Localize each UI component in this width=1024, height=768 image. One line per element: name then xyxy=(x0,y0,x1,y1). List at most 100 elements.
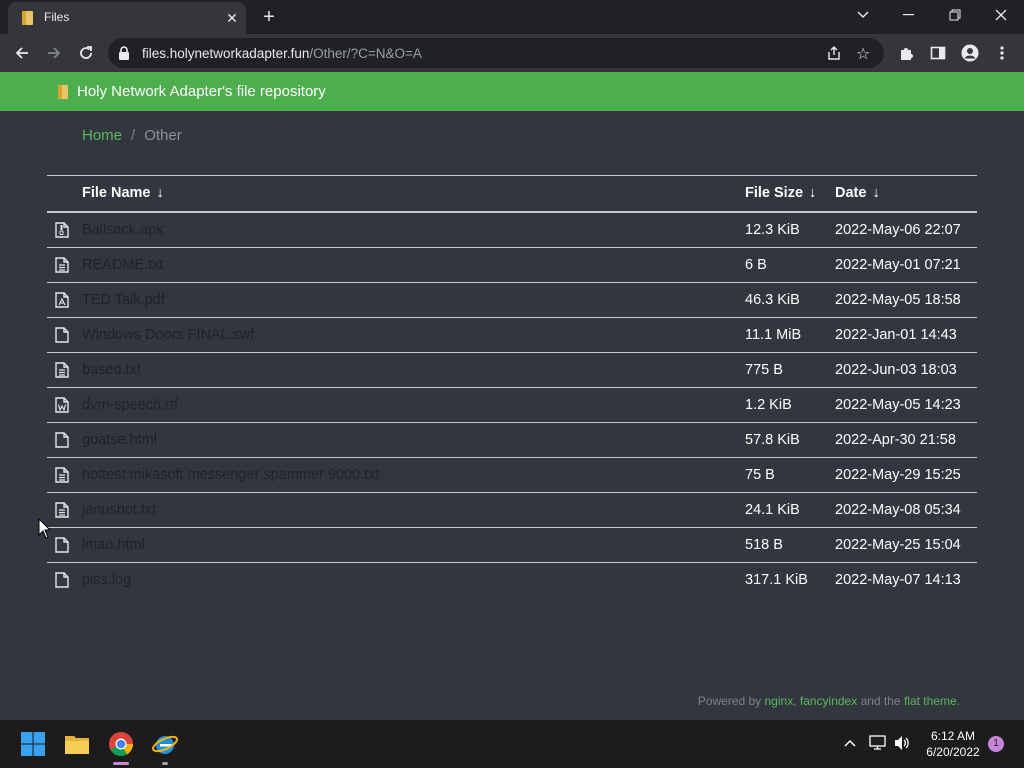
text-file-icon xyxy=(55,467,69,483)
browser-tab-files[interactable]: Files ✕ xyxy=(8,2,246,34)
file-date: 2022-Apr-30 21:58 xyxy=(835,432,956,448)
file-date: 2022-May-08 05:34 xyxy=(835,502,961,518)
file-size: 518 B xyxy=(745,537,783,553)
sort-by-size-link[interactable]: File Size ↓ xyxy=(745,185,816,201)
file-icon xyxy=(55,572,69,588)
table-body: Ballsack.apk 12.3 KiB 2022-May-06 22:07 REA… xyxy=(47,213,977,597)
file-listing-table: File Name ↓ File Size ↓ Date ↓ Ballsack.apk… xyxy=(47,175,977,597)
profile-avatar-icon[interactable] xyxy=(959,42,981,64)
tab-strip: Files ✕ + xyxy=(0,0,1024,34)
file-name-link[interactable]: piss.log xyxy=(82,572,131,588)
footer-suffix: . xyxy=(956,694,960,708)
nginx-link[interactable]: nginx xyxy=(765,694,794,708)
file-name-link[interactable]: based.txt xyxy=(82,362,141,378)
footer-comma: , xyxy=(793,694,800,708)
share-icon[interactable] xyxy=(826,45,842,61)
table-row: Windows Doors FINAL.swf 11.1 MiB 2022-Jan-… xyxy=(47,318,977,353)
footer-prefix: Powered by xyxy=(697,694,765,708)
file-date: 2022-May-25 15:04 xyxy=(835,537,961,553)
file-size: 12.3 KiB xyxy=(745,222,800,238)
file-name-link[interactable]: janusbot.txt xyxy=(82,502,156,518)
file-size: 6 B xyxy=(745,257,767,273)
site-title[interactable]: Holy Network Adapter's file repository xyxy=(77,83,326,100)
menu-kebab-icon[interactable] xyxy=(991,42,1013,64)
url-path: /Other/?C=N&O=A xyxy=(309,46,422,61)
file-name-link[interactable]: goatse.html xyxy=(82,432,157,448)
file-date: 2022-May-29 15:25 xyxy=(835,467,961,483)
new-tab-button[interactable]: + xyxy=(258,6,280,28)
file-size: 75 B xyxy=(745,467,775,483)
close-window-icon[interactable] xyxy=(978,0,1024,30)
file-name-link[interactable]: Windows Doors FINAL.swf xyxy=(82,327,254,343)
sort-arrow-icon: ↓ xyxy=(872,185,880,201)
bookmark-star-icon[interactable]: ☆ xyxy=(856,44,870,64)
table-row: goatse.html 57.8 KiB 2022-Apr-30 21:58 xyxy=(47,423,977,458)
file-explorer-icon[interactable] xyxy=(63,730,91,758)
taskbar: 6:12 AM 6/20/2022 xyxy=(0,720,1024,768)
windows-start-icon[interactable] xyxy=(19,730,47,758)
file-date: 2022-Jan-01 14:43 xyxy=(835,327,957,343)
chevron-up-icon[interactable] xyxy=(843,735,857,751)
column-header-name: File Name xyxy=(82,185,151,201)
clock-date: 6/20/2022 xyxy=(926,745,980,759)
ie-running-indicator xyxy=(162,762,168,765)
text-file-icon xyxy=(55,502,69,518)
volume-icon[interactable] xyxy=(893,735,911,751)
file-date: 2022-Jun-03 18:03 xyxy=(835,362,957,378)
forward-icon[interactable] xyxy=(42,41,66,65)
file-name-link[interactable]: hottest mikasoft messenger spammer 9000.… xyxy=(82,467,379,483)
breadcrumb: Home / Other xyxy=(82,127,182,144)
file-date: 2022-May-07 14:13 xyxy=(835,572,961,588)
tab-close-icon[interactable]: ✕ xyxy=(224,10,240,26)
text-file-icon xyxy=(55,257,69,273)
table-row: janusbot.txt 24.1 KiB 2022-May-08 05:34 xyxy=(47,493,977,528)
lock-icon[interactable] xyxy=(118,46,130,60)
file-icon xyxy=(55,432,69,448)
file-date: 2022-May-06 22:07 xyxy=(835,222,961,238)
side-panel-icon[interactable] xyxy=(927,42,949,64)
table-row: based.txt 775 B 2022-Jun-03 18:03 xyxy=(47,353,977,388)
browser-toolbar: files.holynetworkadapter.fun/Other/?C=N&… xyxy=(0,34,1024,72)
taskbar-clock[interactable]: 6:12 AM 6/20/2022 xyxy=(918,728,988,760)
fancyindex-link[interactable]: fancyindex xyxy=(800,694,857,708)
file-name-link[interactable]: README.txt xyxy=(82,257,163,273)
flat-theme-link[interactable]: flat theme xyxy=(904,694,957,708)
minimize-icon[interactable] xyxy=(886,0,932,30)
internet-explorer-icon[interactable] xyxy=(151,730,179,758)
file-name-link[interactable]: Ballsack.apk xyxy=(82,222,163,238)
table-row: Ballsack.apk 12.3 KiB 2022-May-06 22:07 xyxy=(47,213,977,248)
file-icon xyxy=(55,327,69,343)
reload-icon[interactable] xyxy=(74,41,98,65)
folder-icon xyxy=(58,85,68,99)
sort-by-date-link[interactable]: Date ↓ xyxy=(835,185,880,201)
file-icon xyxy=(55,537,69,553)
tab-title: Files xyxy=(44,10,70,24)
notification-badge[interactable]: 1 xyxy=(988,736,1004,752)
table-row: piss.log 317.1 KiB 2022-May-07 14:13 xyxy=(47,563,977,597)
column-header-size: File Size xyxy=(745,185,804,201)
extensions-icon[interactable] xyxy=(895,42,917,64)
url-text[interactable]: files.holynetworkadapter.fun/Other/?C=N&… xyxy=(142,46,422,61)
file-size: 11.1 MiB xyxy=(745,327,802,343)
file-size: 46.3 KiB xyxy=(745,292,800,308)
file-name-link[interactable]: TED Talk.pdf xyxy=(82,292,165,308)
clock-time: 6:12 AM xyxy=(930,729,976,743)
back-icon[interactable] xyxy=(10,41,34,65)
address-bar[interactable]: files.holynetworkadapter.fun/Other/?C=N&… xyxy=(108,38,884,68)
chrome-icon[interactable] xyxy=(107,730,135,758)
file-date: 2022-May-05 14:23 xyxy=(835,397,961,413)
column-header-date: Date xyxy=(835,185,867,201)
sort-by-name-link[interactable]: File Name ↓ xyxy=(82,185,164,201)
footer-and-the: and the xyxy=(857,694,904,708)
folder-icon xyxy=(22,11,33,25)
breadcrumb-home-link[interactable]: Home xyxy=(82,127,122,144)
file-size: 1.2 KiB xyxy=(745,397,792,413)
restore-icon[interactable] xyxy=(932,0,978,30)
tab-search-icon[interactable] xyxy=(840,0,886,30)
network-icon[interactable] xyxy=(869,735,887,751)
file-size: 57.8 KiB xyxy=(745,432,800,448)
mouse-cursor-icon xyxy=(38,518,52,539)
file-name-link[interactable]: dvm-speech.rtf xyxy=(82,397,178,413)
file-name-link[interactable]: lmao.html xyxy=(82,537,145,553)
table-row: lmao.html 518 B 2022-May-25 15:04 xyxy=(47,528,977,563)
